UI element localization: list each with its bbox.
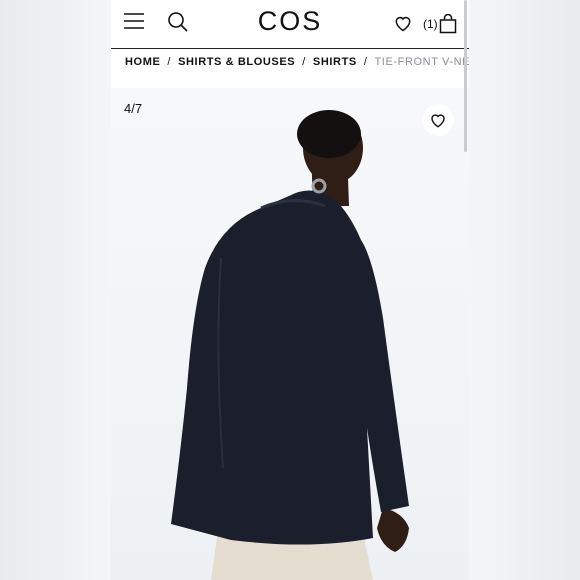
scrollbar[interactable] [464,0,467,152]
top-navigation-bar: COS (1) [111,0,469,49]
image-counter: 4/7 [124,101,143,116]
breadcrumb-separator: / [363,56,368,68]
breadcrumb-separator: / [302,56,306,68]
brand-logo[interactable]: COS [111,6,469,37]
model-illustration [171,110,409,580]
breadcrumb-current: TIE-FRONT V-NECK [374,56,469,68]
right-backdrop [469,0,580,580]
product-image[interactable]: 4/7 [111,88,469,580]
heart-icon [431,114,445,128]
bag-icon [439,14,456,34]
add-to-wishlist-button[interactable] [422,104,454,136]
left-backdrop [0,0,111,580]
cart-count: (1) [423,17,438,31]
hair [297,110,361,158]
hand [377,508,409,552]
breadcrumb-separator: / [167,56,172,68]
jacket [171,190,409,545]
wishlist-heart-icon[interactable] [393,13,413,33]
breadcrumb-shirts-blouses[interactable]: SHIRTS & BLOUSES [178,56,295,68]
breadcrumb-shirts[interactable]: SHIRTS [313,56,357,68]
mobile-page: COS (1) HOME / SHIRTS & BLOUSES / SHIRTS / TIE… [111,0,469,580]
breadcrumb-home[interactable]: HOME [125,56,160,68]
breadcrumb: HOME / SHIRTS & BLOUSES / SHIRTS / TIE-FRONT V… [125,56,469,68]
cart-button[interactable]: (1) [423,13,457,35]
